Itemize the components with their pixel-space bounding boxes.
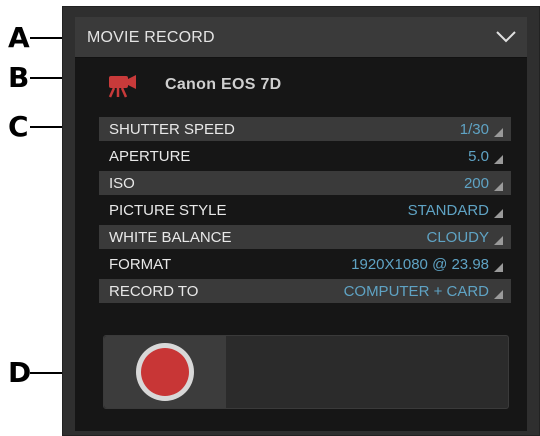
setting-record-to[interactable]: RECORD TO COMPUTER + CARD: [99, 279, 511, 303]
setting-format[interactable]: FORMAT 1920X1080 @ 23.98: [99, 252, 511, 276]
dropdown-corner-icon: [494, 263, 503, 272]
panel-header[interactable]: MOVIE RECORD: [75, 17, 527, 58]
setting-shutter-speed[interactable]: SHUTTER SPEED 1/30: [99, 117, 511, 141]
movie-camera-icon: [105, 73, 141, 99]
setting-label: APERTURE: [109, 148, 191, 165]
setting-value: STANDARD: [407, 202, 489, 219]
record-icon: [136, 343, 194, 401]
dropdown-corner-icon: [494, 236, 503, 245]
record-dot: [141, 348, 189, 396]
setting-value: CLOUDY: [426, 229, 489, 246]
settings-list: SHUTTER SPEED 1/30 APERTURE 5.0 ISO 200 …: [99, 117, 511, 306]
setting-value: 1920X1080 @ 23.98: [351, 256, 489, 273]
chevron-down-icon[interactable]: [495, 29, 517, 45]
record-area: [103, 335, 509, 409]
setting-value: 1/30: [459, 121, 489, 138]
setting-value: 200: [463, 175, 489, 192]
panel-body: MOVIE RECORD Canon EOS 7D SHUTTER SPEED …: [75, 17, 527, 431]
setting-value: COMPUTER + CARD: [343, 283, 489, 300]
dropdown-corner-icon: [494, 290, 503, 299]
setting-aperture[interactable]: APERTURE 5.0: [99, 144, 511, 168]
setting-label: ISO: [109, 175, 135, 192]
callout-c: C: [8, 110, 29, 143]
setting-value: 5.0: [468, 148, 489, 165]
setting-picture-style[interactable]: PICTURE STYLE STANDARD: [99, 198, 511, 222]
dropdown-corner-icon: [494, 182, 503, 191]
callout-a: A: [8, 21, 30, 54]
setting-label: FORMAT: [109, 256, 172, 273]
dropdown-corner-icon: [494, 155, 503, 164]
callout-b: B: [8, 61, 30, 94]
setting-iso[interactable]: ISO 200: [99, 171, 511, 195]
movie-record-panel: MOVIE RECORD Canon EOS 7D SHUTTER SPEED …: [62, 6, 540, 436]
dropdown-corner-icon: [494, 128, 503, 137]
setting-label: RECORD TO: [109, 283, 199, 300]
setting-label: WHITE BALANCE: [109, 229, 232, 246]
camera-name: Canon EOS 7D: [165, 76, 282, 93]
dropdown-corner-icon: [494, 209, 503, 218]
setting-label: SHUTTER SPEED: [109, 121, 235, 138]
setting-white-balance[interactable]: WHITE BALANCE CLOUDY: [99, 225, 511, 249]
callout-d: D: [8, 356, 32, 389]
record-button[interactable]: [104, 336, 226, 408]
setting-label: PICTURE STYLE: [109, 202, 227, 219]
panel-title: MOVIE RECORD: [87, 29, 215, 46]
